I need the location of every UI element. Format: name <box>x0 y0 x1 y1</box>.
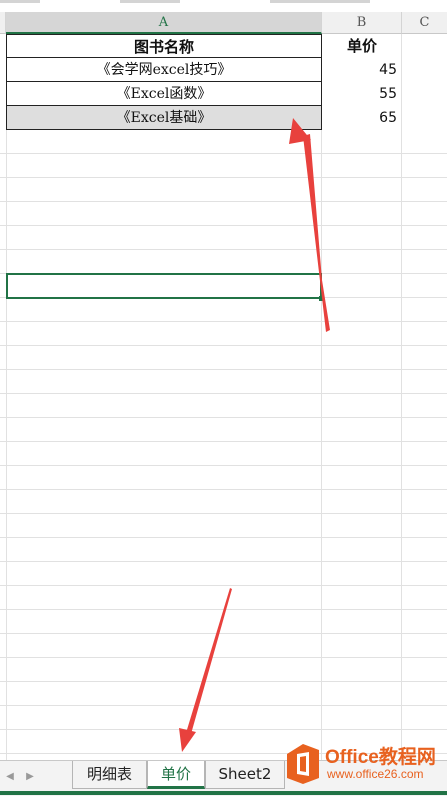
row-line <box>0 393 447 394</box>
grid-line <box>401 34 402 760</box>
row-line <box>0 585 447 586</box>
top-strip-line <box>270 0 370 3</box>
row-line <box>0 681 447 682</box>
tab-mingxibiao[interactable]: 明细表 <box>72 761 147 789</box>
row-line <box>0 201 447 202</box>
row-line <box>0 633 447 634</box>
top-strip-line <box>120 0 180 3</box>
row-line <box>0 225 447 226</box>
row-line <box>0 345 447 346</box>
row-line <box>0 153 447 154</box>
prev-sheet-icon[interactable]: ◀ <box>0 765 20 789</box>
column-header-a[interactable]: A <box>6 12 322 34</box>
row-line <box>0 513 447 514</box>
watermark-title: Office教程网 <box>325 747 436 768</box>
row-line <box>0 561 447 562</box>
row-line <box>0 249 447 250</box>
cell-a4[interactable]: 《Excel基础》 <box>6 106 322 130</box>
watermark-url: www.office26.com <box>327 767 424 781</box>
cell-a3[interactable]: 《Excel函数》 <box>6 82 322 106</box>
office26-watermark: Office教程网 www.office26.com <box>283 742 447 786</box>
cell-a2[interactable]: 《会学网excel技巧》 <box>6 58 322 82</box>
row-line <box>0 441 447 442</box>
top-strip-line <box>0 0 40 3</box>
cell-b1-header[interactable]: 单价 <box>322 34 402 58</box>
row-line <box>0 537 447 538</box>
column-header-c[interactable]: C <box>402 12 447 34</box>
office-logo-icon <box>287 744 319 784</box>
active-cell-selection[interactable] <box>6 273 322 299</box>
row-line <box>0 705 447 706</box>
cell-b3[interactable]: 55 <box>322 82 402 106</box>
column-header-b[interactable]: B <box>322 12 402 34</box>
row-line <box>0 489 447 490</box>
grid-line <box>6 34 7 760</box>
tab-danjia[interactable]: 单价 <box>147 761 205 789</box>
status-accent-bar <box>0 791 447 795</box>
row-line <box>0 657 447 658</box>
row-line <box>0 321 447 322</box>
cell-b4[interactable]: 65 <box>322 106 402 130</box>
tab-sheet2[interactable]: Sheet2 <box>205 761 285 789</box>
row-line <box>0 465 447 466</box>
fill-handle[interactable] <box>319 296 324 301</box>
row-line <box>0 609 447 610</box>
row-line <box>0 729 447 730</box>
cell-a1-header[interactable]: 图书名称 <box>6 34 322 58</box>
top-strip <box>0 0 447 12</box>
grid-line <box>321 34 322 760</box>
spreadsheet-grid[interactable]: 图书名称 单价 《会学网excel技巧》 45 《Excel函数》 55 《Ex… <box>0 34 447 760</box>
row-line <box>0 369 447 370</box>
row-line <box>0 417 447 418</box>
cell-b2[interactable]: 45 <box>322 58 402 82</box>
row-line <box>0 177 447 178</box>
next-sheet-icon[interactable]: ▶ <box>20 765 40 789</box>
